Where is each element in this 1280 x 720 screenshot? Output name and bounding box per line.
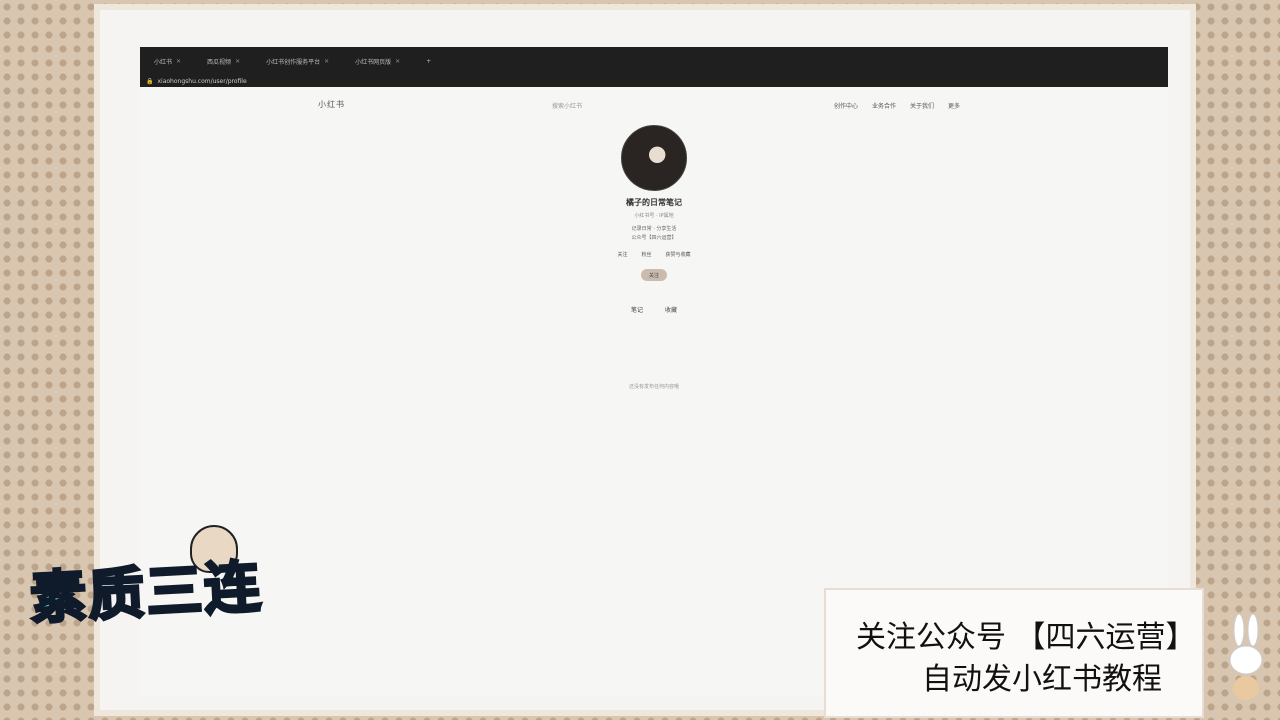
address-text: xiaohongshu.com/user/profile <box>157 77 247 85</box>
site-nav-links: 创作中心 业务合作 关于我们 更多 <box>834 101 960 110</box>
content-tabs: 笔记 收藏 <box>140 305 1168 314</box>
tab-notes[interactable]: 笔记 <box>631 305 643 314</box>
empty-state-text: 还没有发布任何内容哦 <box>628 384 679 390</box>
profile-stats: 关注 粉丝 获赞与收藏 <box>140 251 1168 259</box>
address-bar[interactable]: 🔒 xiaohongshu.com/user/profile <box>140 75 1168 87</box>
profile-bio: 记录日常 · 分享生活 公众号【四六运营】 <box>140 225 1168 243</box>
bio-line: 记录日常 · 分享生活 <box>631 226 677 232</box>
new-tab-button[interactable]: + <box>416 58 441 65</box>
stat-likes: 获赞与收藏 <box>666 251 691 259</box>
stat-label: 粉丝 <box>641 252 652 258</box>
user-profile: 橘子的日常笔记 小红书号 · IP属地 记录日常 · 分享生活 公众号【四六运营… <box>140 125 1168 314</box>
bunny-icon <box>1229 613 1263 700</box>
avatar <box>621 125 687 191</box>
nav-link[interactable]: 创作中心 <box>834 101 858 110</box>
bio-line: 公众号【四六运营】 <box>631 235 677 241</box>
close-icon[interactable]: ✕ <box>176 58 181 65</box>
tab-label: 西瓜视频 <box>207 58 232 66</box>
stat-followers[interactable]: 粉丝 <box>641 251 651 259</box>
profile-nickname: 橘子的日常笔记 <box>626 198 682 207</box>
promo-overlay: 关注公众号 【四六运营】 自动发小红书教程 <box>824 588 1204 718</box>
sticker-text: 素质三连 <box>27 553 265 633</box>
browser-tab-bar: 小红书 ✕ 西瓜视频 ✕ 小红书创作服务平台 ✕ 小红书网页版 ✕ + <box>140 47 1168 75</box>
site-logo[interactable]: 小红书 <box>318 99 345 110</box>
nav-link[interactable]: 更多 <box>948 101 960 110</box>
stat-label: 获赞与收藏 <box>665 252 691 258</box>
search-input[interactable]: 搜索小红书 <box>552 101 582 110</box>
stat-following[interactable]: 关注 <box>617 251 627 259</box>
tab-label: 小红书网页版 <box>355 58 392 66</box>
plus-icon: + <box>426 57 432 65</box>
browser-tab[interactable]: 小红书 ✕ <box>144 57 191 66</box>
browser-tab[interactable]: 小红书创作服务平台 ✕ <box>256 57 339 66</box>
tab-label: 小红书创作服务平台 <box>266 58 321 66</box>
close-icon[interactable]: ✕ <box>324 58 329 65</box>
nav-link[interactable]: 业务合作 <box>872 101 896 110</box>
follow-button[interactable]: 关注 <box>641 269 667 281</box>
tab-label: 小红书 <box>154 58 173 66</box>
close-icon[interactable]: ✕ <box>235 58 240 65</box>
profile-meta: 小红书号 · IP属地 <box>634 213 674 219</box>
browser-tab[interactable]: 小红书网页版 ✕ <box>345 57 410 66</box>
browser-tab[interactable]: 西瓜视频 ✕ <box>197 57 250 66</box>
close-icon[interactable]: ✕ <box>395 58 400 65</box>
stat-label: 关注 <box>617 252 628 258</box>
nav-link[interactable]: 关于我们 <box>910 101 934 110</box>
tab-favorites[interactable]: 收藏 <box>665 305 677 314</box>
promo-line-1: 关注公众号 【四六运营】 <box>856 620 1196 655</box>
promo-line-2: 自动发小红书教程 <box>922 662 1162 697</box>
lock-icon: 🔒 <box>146 77 154 85</box>
site-header: 小红书 搜索小红书 创作中心 业务合作 关于我们 更多 <box>140 87 1168 127</box>
